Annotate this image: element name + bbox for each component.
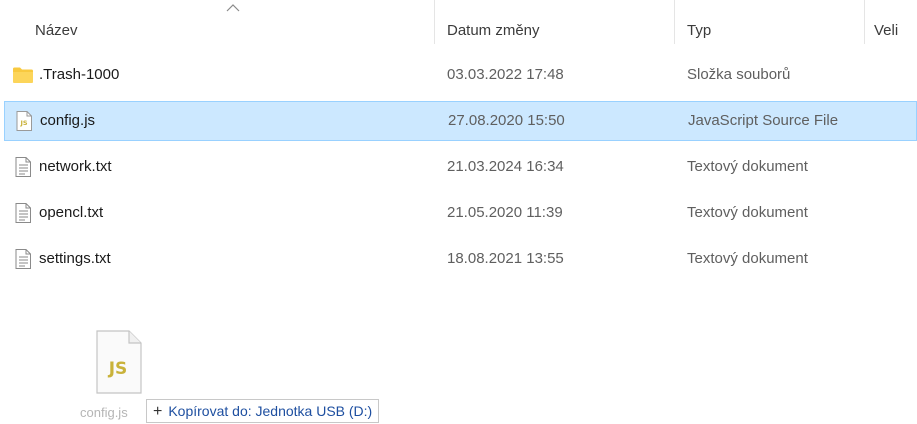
svg-text:JS: JS xyxy=(19,119,27,127)
file-date: 03.03.2022 17:48 xyxy=(447,66,564,83)
file-name: config.js xyxy=(40,112,96,129)
file-type: Textový dokument xyxy=(687,204,808,221)
text-file-icon xyxy=(15,157,31,177)
file-type: Složka souborů xyxy=(687,66,791,83)
drop-copy-text: Kopírovat do: Jednotka USB (D:) xyxy=(168,403,373,419)
column-divider[interactable] xyxy=(864,0,865,44)
dragged-file-label: config.js xyxy=(80,405,128,420)
column-divider[interactable] xyxy=(674,0,675,44)
copy-plus-icon: + xyxy=(153,403,163,420)
drop-copy-tooltip: + Kopírovat do: Jednotka USB (D:) xyxy=(146,399,380,423)
file-name: opencl.txt xyxy=(39,204,104,221)
file-row-settings-txt[interactable]: settings.txt 18.08.2021 13:55 Textový do… xyxy=(4,239,917,279)
file-type: Textový dokument xyxy=(687,250,808,267)
file-name: settings.txt xyxy=(39,250,111,267)
column-header-bar: Název Datum změny Typ Veli xyxy=(0,0,917,44)
dragged-js-file-icon: JS xyxy=(96,330,142,394)
file-row-network-txt[interactable]: network.txt 21.03.2024 16:34 Textový dok… xyxy=(4,147,917,187)
file-name: network.txt xyxy=(39,158,112,175)
column-header-date[interactable]: Datum změny xyxy=(447,0,667,44)
folder-icon xyxy=(13,67,33,83)
dragged-file-badge: JS xyxy=(108,359,128,379)
file-date: 21.03.2024 16:34 xyxy=(447,158,564,175)
column-header-size[interactable]: Veli xyxy=(874,0,917,44)
text-file-icon xyxy=(15,249,31,269)
column-header-name[interactable]: Název xyxy=(35,0,425,44)
file-date: 21.05.2020 11:39 xyxy=(447,204,563,221)
js-file-icon: JS xyxy=(16,111,32,131)
file-row-config-js[interactable]: JS config.js 27.08.2020 15:50 JavaScript… xyxy=(4,101,917,141)
file-date: 27.08.2020 15:50 xyxy=(448,112,565,129)
file-explorer: Název Datum změny Typ Veli .Trash-1000 0… xyxy=(0,0,917,424)
text-file-icon xyxy=(15,203,31,223)
file-type: Textový dokument xyxy=(687,158,808,175)
file-type: JavaScript Source File xyxy=(688,112,839,129)
file-date: 18.08.2021 13:55 xyxy=(447,250,564,267)
file-row-trash[interactable]: .Trash-1000 03.03.2022 17:48 Složka soub… xyxy=(4,55,917,95)
column-header-type[interactable]: Typ xyxy=(687,0,857,44)
file-name: .Trash-1000 xyxy=(39,66,120,83)
column-divider[interactable] xyxy=(434,0,435,44)
file-row-opencl-txt[interactable]: opencl.txt 21.05.2020 11:39 Textový doku… xyxy=(4,193,917,233)
